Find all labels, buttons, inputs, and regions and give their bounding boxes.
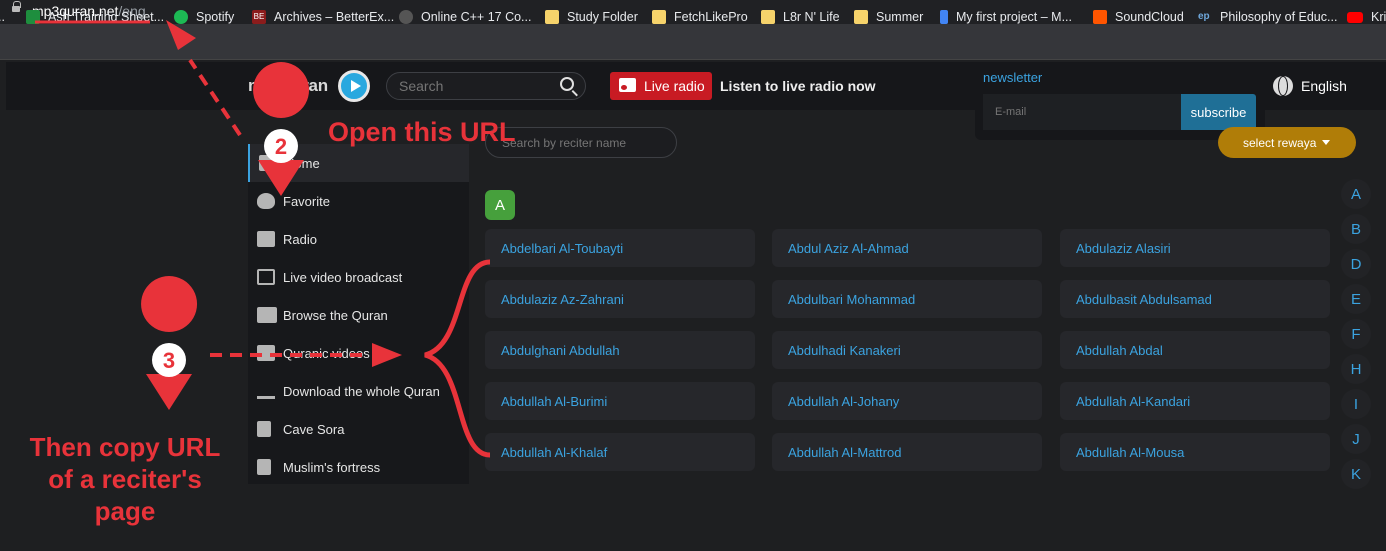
video-icon xyxy=(257,345,275,361)
search-icon[interactable] xyxy=(560,77,574,91)
language-selector[interactable]: English xyxy=(1301,78,1347,94)
alphabet-letter-i[interactable]: I xyxy=(1341,389,1371,419)
subscribe-button[interactable]: subscribe xyxy=(1181,94,1256,130)
sidebar-item-quranic-videos[interactable]: Quranic videos xyxy=(248,334,469,372)
reciter-card[interactable]: Abdullah Al-Kandari xyxy=(1060,382,1330,420)
reciter-card[interactable]: Abdulbasit Abdulsamad xyxy=(1060,280,1330,318)
bookmark-ash-training[interactable]: Ash Training Sheet... xyxy=(26,10,164,24)
sidebar-item-browse-quran[interactable]: Browse the Quran xyxy=(248,296,469,334)
alphabet-letter-b[interactable]: B xyxy=(1341,214,1371,244)
bookmark-betterexplained[interactable]: BE Archives – BetterEx... xyxy=(252,10,394,24)
folder-icon xyxy=(854,10,868,24)
reciter-card[interactable]: Abdullah Abdal xyxy=(1060,331,1330,369)
betterexplained-icon: BE xyxy=(252,10,266,24)
reciter-card[interactable]: Abdullah Al-Mousa xyxy=(1060,433,1330,471)
bookmark-online-cpp[interactable]: Online C++ 17 Co... xyxy=(399,10,531,24)
step3-number: 3 xyxy=(163,348,175,373)
sheets-icon xyxy=(26,10,40,24)
letter-heading: A xyxy=(485,190,515,220)
alphabet-letter-j[interactable]: J xyxy=(1341,424,1371,454)
ep-icon: ep xyxy=(1198,11,1210,22)
bookmark-overflow[interactable]: .. xyxy=(0,10,5,24)
step3-marker-inner xyxy=(152,343,186,377)
alphabet-letter-e[interactable]: E xyxy=(1341,284,1371,314)
download-icon xyxy=(257,383,275,399)
step2-instruction: Open this URL xyxy=(328,117,516,147)
reciter-card[interactable]: Abdulhadi Kanakeri xyxy=(772,331,1042,369)
bookmark-fetchlikepro[interactable]: FetchLikePro xyxy=(652,10,748,24)
sidebar-item-radio[interactable]: Radio xyxy=(248,220,469,258)
bookmark-icon xyxy=(940,10,948,24)
book-icon xyxy=(257,307,277,323)
radio-icon xyxy=(619,78,636,92)
bookmarks-bar xyxy=(0,24,1386,60)
alphabet-letter-f[interactable]: F xyxy=(1341,319,1371,349)
folder-icon xyxy=(545,10,559,24)
sidebar-item-cave-sora[interactable]: Cave Sora xyxy=(248,410,469,448)
newsletter-title: newsletter xyxy=(983,70,1043,85)
step3-instruction: Then copy URL of a reciter's page xyxy=(29,432,221,526)
heart-icon xyxy=(257,193,275,209)
reciter-card[interactable]: Abdullah Al-Khalaf xyxy=(485,433,755,471)
sidebar-item-home[interactable]: Home xyxy=(248,144,469,182)
bookmark-philosophy[interactable]: ep Philosophy of Educ... xyxy=(1198,10,1337,24)
email-field[interactable] xyxy=(983,94,1183,130)
play-logo-icon[interactable] xyxy=(338,70,370,102)
globe-icon[interactable] xyxy=(1273,76,1293,96)
search-input[interactable] xyxy=(386,72,586,100)
step3-marker-tip xyxy=(146,374,192,410)
bookmark-summer[interactable]: Summer xyxy=(854,10,923,24)
reciter-card[interactable]: Abdelbari Al-Toubayti xyxy=(485,229,755,267)
tv-icon xyxy=(257,269,275,285)
fortress-book-icon xyxy=(257,459,271,475)
alphabet-letter-a[interactable]: A xyxy=(1341,179,1371,209)
sidebar-item-favorite[interactable]: Favorite xyxy=(248,182,469,220)
bookmark-my-first-project[interactable]: My first project – M... xyxy=(940,10,1072,24)
live-radio-link[interactable]: Listen to live radio now xyxy=(720,78,876,94)
eye-icon xyxy=(399,10,413,24)
reciter-card[interactable]: Abdul Aziz Al-Ahmad xyxy=(772,229,1042,267)
cave-book-icon xyxy=(257,421,271,437)
sidebar-item-live-video[interactable]: Live video broadcast xyxy=(248,258,469,296)
folder-icon xyxy=(652,10,666,24)
reciter-card[interactable]: Abdullah Al-Johany xyxy=(772,382,1042,420)
soundcloud-icon xyxy=(1093,10,1107,24)
reciter-card[interactable]: Abdulbari Mohammad xyxy=(772,280,1042,318)
bookmark-l8r-n-life[interactable]: L8r N' Life xyxy=(761,10,840,24)
lock-icon xyxy=(12,1,21,12)
alphabet-letter-d[interactable]: D xyxy=(1341,249,1371,279)
home-icon xyxy=(259,155,277,171)
sidebar-item-download-quran[interactable]: Download the whole Quran xyxy=(248,372,469,410)
reciter-card[interactable]: Abdulaziz Alasiri xyxy=(1060,229,1330,267)
bookmark-spotify[interactable]: Spotify xyxy=(174,10,234,24)
alphabet-letter-k[interactable]: K xyxy=(1341,459,1371,489)
rewaya-select[interactable]: select rewaya xyxy=(1218,127,1356,158)
radio-icon xyxy=(257,231,275,247)
youtube-icon xyxy=(1347,11,1363,23)
reciter-card[interactable]: Abdullah Al-Mattrod xyxy=(772,433,1042,471)
spotify-icon xyxy=(174,10,188,24)
reciter-card[interactable]: Abdulghani Abdullah xyxy=(485,331,755,369)
site-logo[interactable]: mp3quran xyxy=(248,76,328,96)
reciter-card[interactable]: Abdulaziz Az-Zahrani xyxy=(485,280,755,318)
reciter-card[interactable]: Abdullah Al-Burimi xyxy=(485,382,755,420)
folder-icon xyxy=(761,10,775,24)
sidebar-item-muslims-fortress[interactable]: Muslim's fortress xyxy=(248,448,469,486)
bookmark-kri[interactable]: Kri xyxy=(1347,10,1386,24)
alphabet-letter-h[interactable]: H xyxy=(1341,354,1371,384)
bookmark-soundcloud[interactable]: SoundCloud xyxy=(1093,10,1184,24)
bookmark-study-folder[interactable]: Study Folder xyxy=(545,10,638,24)
step3-marker-circle xyxy=(141,276,198,332)
